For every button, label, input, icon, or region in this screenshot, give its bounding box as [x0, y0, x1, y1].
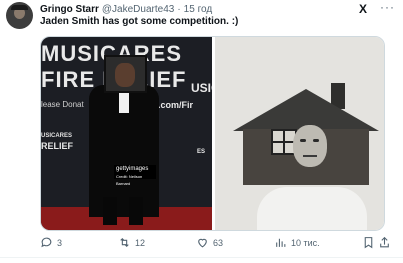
- x-logo-icon[interactable]: X: [359, 2, 367, 16]
- backdrop-text: USICARES: [41, 133, 73, 139]
- person-leg: [103, 197, 117, 225]
- views-count: 10 тис.: [291, 237, 320, 248]
- person-leg: [129, 197, 143, 225]
- backdrop-text: USIC: [191, 81, 212, 95]
- reply-button[interactable]: 3: [40, 236, 62, 249]
- author-name[interactable]: Gringo Starr: [40, 4, 99, 15]
- views-icon: [276, 238, 286, 247]
- heart-icon: [198, 238, 207, 248]
- retweet-count: 12: [135, 237, 146, 248]
- header-separator: ·: [177, 3, 181, 15]
- man-eye: [313, 139, 319, 142]
- man-face: [293, 125, 327, 167]
- backdrop-text: ES: [197, 149, 206, 155]
- tweet-text: Jaden Smith has got some competition. :): [40, 16, 239, 27]
- reply-count: 3: [57, 237, 63, 248]
- bookmark-button[interactable]: [362, 236, 375, 254]
- backdrop-text: lease Donat: [41, 100, 84, 109]
- person-face: [115, 63, 135, 87]
- getty-brand: gettyimages: [116, 166, 149, 172]
- man-eye: [300, 139, 306, 142]
- tweet-header: Gringo Starr @JakeDuarte43 · 15 год: [40, 2, 212, 16]
- backdrop-text: Y.com/Fir: [153, 100, 194, 110]
- like-button[interactable]: 63: [196, 236, 223, 249]
- man-mouth: [303, 155, 317, 157]
- photo-house-head[interactable]: [215, 37, 384, 230]
- man-shirt: [257, 187, 367, 230]
- avatar-hat: [11, 5, 28, 10]
- retweet-icon: [120, 237, 129, 248]
- share-icon: [380, 236, 389, 248]
- author-handle[interactable]: @JakeDuarte43: [102, 4, 174, 15]
- retweet-button[interactable]: 12: [118, 236, 145, 249]
- window-bar: [273, 141, 295, 143]
- photo-red-carpet[interactable]: MUSICARES FIRE RELIEF lease Donat USICAR…: [41, 37, 212, 230]
- tweet-divider: [0, 257, 403, 258]
- tweet-media[interactable]: MUSICARES FIRE RELIEF lease Donat USICAR…: [40, 36, 385, 231]
- tweet-actions: 3 12 63 10 тис.: [40, 236, 389, 254]
- more-options-icon[interactable]: ···: [380, 0, 395, 14]
- bookmark-icon: [364, 237, 373, 249]
- backdrop-text: RELIEF: [41, 141, 74, 151]
- tweet-timestamp[interactable]: 15 год: [184, 4, 213, 15]
- reply-icon: [41, 237, 52, 248]
- getty-watermark: gettyimages Credit: Neilson Barnard: [114, 165, 156, 186]
- share-button[interactable]: [378, 236, 391, 254]
- getty-credit: Credit: Neilson Barnard: [116, 174, 143, 186]
- views-button[interactable]: 10 тис.: [274, 236, 320, 249]
- like-count: 63: [213, 237, 224, 248]
- author-avatar[interactable]: [6, 2, 33, 29]
